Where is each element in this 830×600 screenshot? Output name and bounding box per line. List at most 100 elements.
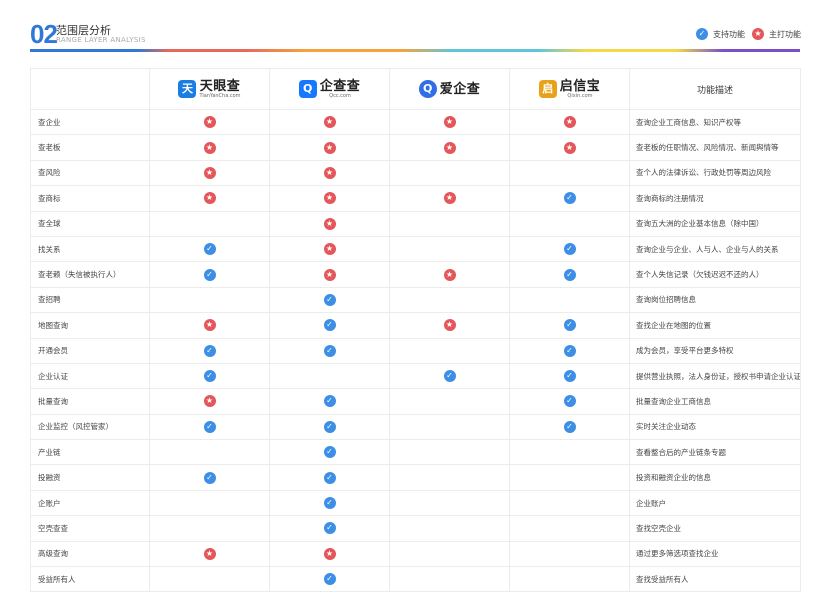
feature-description-cell: 查个人的法律诉讼、行政处罚等周边风险 [629, 159, 801, 187]
feature-name-cell: 找关系 [30, 235, 150, 263]
check-icon: ✓ [563, 319, 576, 332]
support-cell [509, 210, 630, 237]
table-row: 查全球 ★ 查询五大洲的企业基本信息（除中国） [30, 210, 801, 237]
table-row: 查老板 ★ ★ ★ ★ 查老板的任职情况、风险情况、新闻舆情等 [30, 134, 801, 161]
support-cell: ✓ [269, 286, 390, 314]
support-cell: ★ [149, 134, 270, 161]
support-cell: ✓ [269, 566, 390, 593]
check-icon: ✓ [323, 446, 336, 459]
support-cell: ✓ [509, 235, 630, 263]
support-cell: ✓ [149, 261, 270, 288]
support-cell [389, 489, 510, 517]
feature-name-cell: 查企业 [30, 108, 150, 136]
qichacha-domain: Qcc.com [329, 92, 351, 99]
star-icon: ★ [443, 141, 456, 154]
feature-description-cell: 查找空壳企业 [629, 515, 801, 542]
check-icon: ✓ [323, 420, 336, 433]
feature-name-cell: 查商标 [30, 185, 150, 212]
table-row: 批量查询 ★ ✓ ✓ 批量查询企业工商信息 [30, 388, 801, 415]
support-cell [509, 515, 630, 542]
support-cell: ✓ [509, 185, 630, 212]
support-cell: ✓ [149, 337, 270, 364]
star-icon: ★ [323, 547, 336, 560]
star-icon: ★ [752, 28, 764, 40]
support-cell: ✓ [269, 515, 390, 542]
support-cell: ★ [389, 134, 510, 161]
support-cell [389, 286, 510, 314]
feature-name-cell: 地图查询 [30, 312, 150, 339]
star-icon: ★ [443, 319, 456, 332]
check-icon: ✓ [203, 344, 216, 357]
feature-name-cell: 产业链 [30, 439, 150, 466]
star-icon: ★ [443, 116, 456, 129]
support-cell [269, 362, 390, 390]
section-subtitle: RANGE LAYER ANALYSIS [56, 36, 146, 44]
support-cell [389, 210, 510, 237]
support-cell: ★ [269, 210, 390, 237]
support-cell [389, 464, 510, 491]
support-cell: ★ [389, 108, 510, 136]
support-cell: ★ [509, 108, 630, 136]
support-cell: ✓ [269, 388, 390, 415]
support-cell [389, 159, 510, 187]
check-icon: ✓ [323, 573, 336, 586]
check-icon: ✓ [563, 344, 576, 357]
check-icon: ✓ [323, 344, 336, 357]
support-cell [509, 464, 630, 491]
support-cell: ★ [149, 312, 270, 339]
support-cell: ✓ [149, 464, 270, 491]
table-row: 查风险 ★ ★ 查个人的法律诉讼、行政处罚等周边风险 [30, 159, 801, 187]
star-icon: ★ [323, 192, 336, 205]
support-cell [509, 540, 630, 568]
star-icon: ★ [563, 141, 576, 154]
support-cell: ★ [269, 159, 390, 187]
check-icon: ✓ [203, 370, 216, 383]
feature-description-cell: 实时关注企业动态 [629, 413, 801, 441]
support-cell: ★ [389, 312, 510, 339]
qixinbao-domain: Qixin.com [567, 92, 593, 99]
header-empty-cell [30, 68, 150, 110]
support-cell: ★ [269, 185, 390, 212]
qixinbao-logo-icon: 启 [538, 80, 557, 98]
qixinbao-logo: 启 启信宝 Qixin.com [538, 80, 601, 99]
color-stripe-divider [30, 49, 800, 52]
check-icon: ✓ [563, 268, 576, 281]
legend-support-label: 支持功能 [713, 29, 745, 39]
qichacha-name: 企查查 [319, 78, 361, 94]
legend-main: ★ 主打功能 [752, 28, 801, 40]
check-icon: ✓ [323, 522, 336, 535]
support-cell: ✓ [389, 362, 510, 390]
aiqicha-name: 爱企查 [439, 81, 481, 97]
check-icon: ✓ [323, 497, 336, 510]
table-row: 企业认证 ✓ ✓ ✓ 提供营业执照，法人身份证，授权书申请企业认证 [30, 362, 801, 390]
table-row: 查招聘 ✓ 查询岗位招聘信息 [30, 286, 801, 314]
support-cell [389, 515, 510, 542]
table-row: 开通会员 ✓ ✓ ✓ 成为会员，享受平台更多特权 [30, 337, 801, 364]
star-icon: ★ [203, 166, 216, 179]
feature-description-cell: 查找企业在地图的位置 [629, 312, 801, 339]
support-cell: ✓ [269, 312, 390, 339]
feature-name-cell: 查风险 [30, 159, 150, 187]
feature-description-cell: 批量查询企业工商信息 [629, 388, 801, 415]
table-body: 查企业 ★ ★ ★ ★ 查询企业工商信息、知识产权等 查老板 ★ ★ ★ ★ 查老板的任职情况、风险情… [30, 108, 801, 593]
section-number: 02 [30, 19, 58, 49]
check-icon: ✓ [563, 192, 576, 205]
table-row: 受益所有人 ✓ 查找受益所有人 [30, 566, 801, 593]
support-cell [509, 439, 630, 466]
qichacha-logo-icon: Q [298, 80, 317, 98]
feature-description-cell: 企业账户 [629, 489, 801, 517]
star-icon: ★ [443, 268, 456, 281]
support-cell [509, 159, 630, 187]
column-header-qichacha: Q 企查查 Qcc.com [269, 68, 390, 110]
star-icon: ★ [203, 547, 216, 560]
support-cell: ✓ [509, 312, 630, 339]
feature-name-cell: 开通会员 [30, 337, 150, 364]
table-row: 地图查询 ★ ✓ ★ ✓ 查找企业在地图的位置 [30, 312, 801, 339]
column-header-tianyancha: 天 天眼查 TianYanCha.com [149, 68, 270, 110]
feature-description-cell: 查个人失信记录（欠钱迟迟不还的人） [629, 261, 801, 288]
check-icon: ✓ [203, 268, 216, 281]
feature-name-cell: 查招聘 [30, 286, 150, 314]
support-cell [149, 515, 270, 542]
legend-support: ✓ 支持功能 [696, 28, 745, 40]
star-icon: ★ [323, 141, 336, 154]
